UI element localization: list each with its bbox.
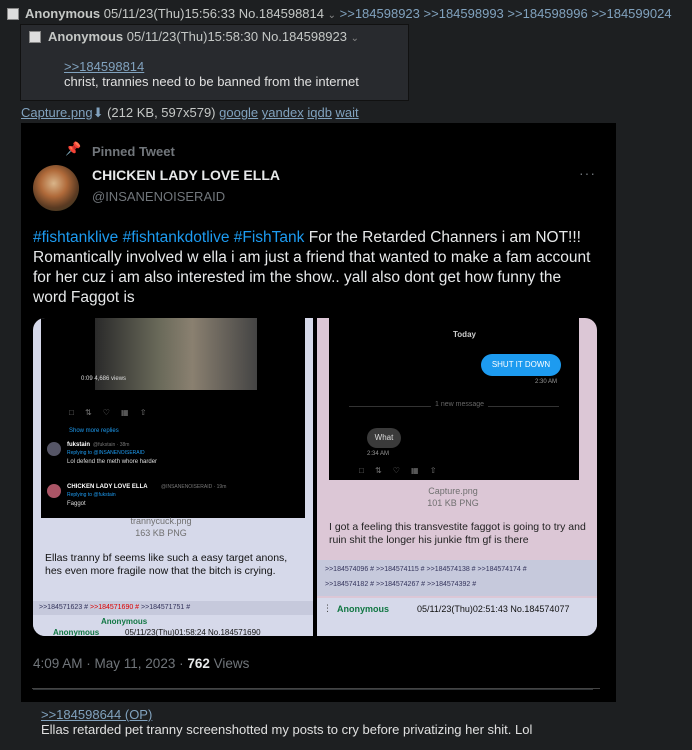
search-wait-link[interactable]: wait bbox=[336, 105, 359, 120]
embedded-file-name: Capture.png bbox=[428, 486, 478, 496]
embedded-post-footer: ⋮ Anonymous 05/11/23(Thu)02:51:43 No.184… bbox=[317, 598, 597, 636]
hashtag[interactable]: #fishtanklive bbox=[33, 229, 118, 246]
embedded-poster-name: Anonymous bbox=[53, 628, 100, 636]
embedded-link-bar: >>184574096 # >>184574115 # >>184574138 … bbox=[317, 560, 597, 596]
chevron-down-icon[interactable]: ⌄ bbox=[328, 10, 336, 21]
file-info: Capture.png⬇ (212 KB, 597x579) google ya… bbox=[21, 105, 359, 121]
embedded-post-footer: Anonymous Anonymous 05/11/23(Thu)01:58:2… bbox=[33, 616, 313, 636]
pin-icon: 📌 bbox=[65, 141, 82, 156]
file-details: (212 KB, 597x579) bbox=[107, 105, 216, 120]
more-options-icon[interactable]: ··· bbox=[579, 165, 596, 181]
embedded-file-size: 163 KB PNG bbox=[135, 528, 187, 538]
op-quote-link[interactable]: >>184598644 (OP) bbox=[41, 707, 152, 722]
embedded-poster-name: Anonymous bbox=[337, 604, 390, 614]
embedded-link: >>184574392 # bbox=[427, 581, 477, 588]
embedded-link-bar: >>184571623 # >>184571690 # >>184571751 … bbox=[33, 601, 313, 615]
tweet-timestamp: 4:09 AM · May 11, 2023 · 762 Views bbox=[33, 656, 249, 671]
pinned-label: Pinned Tweet bbox=[92, 144, 175, 159]
embedded-link: >>184574138 # bbox=[426, 566, 476, 573]
post-comment: Ellas retarded pet tranny screenshotted … bbox=[41, 722, 533, 737]
embedded-link: >>184574096 # bbox=[325, 566, 375, 573]
embedded-link: >>184574115 # bbox=[376, 566, 425, 573]
embedded-video-frame: 0:09 4,686 views bbox=[41, 318, 305, 398]
avatar bbox=[33, 165, 79, 211]
post-datetime: 05/11/23(Thu)15:56:33 bbox=[103, 6, 236, 21]
reply-text: christ, trannies need to be banned from … bbox=[64, 74, 359, 89]
reply-header: Anonymous 05/11/23(Thu)15:58:30 No.18459… bbox=[48, 29, 359, 44]
embedded-poster-name: Anonymous bbox=[101, 617, 148, 626]
embedded-file-size: 101 KB PNG bbox=[427, 498, 479, 508]
poster-name: Anonymous bbox=[25, 6, 101, 21]
dm-time: 2:34 AM bbox=[367, 451, 390, 457]
dm-day-label: Today bbox=[453, 330, 476, 339]
backlink[interactable]: >>184599024 bbox=[591, 6, 671, 21]
hashtag[interactable]: #fishtankdotlive bbox=[123, 229, 230, 246]
tweet-action-icons: □ ⇅ ♡ ▦ ⇧ bbox=[69, 408, 147, 417]
embedded-link: >>184574267 # bbox=[376, 581, 426, 588]
show-more-replies: Show more replies bbox=[69, 428, 119, 434]
post-header: Anonymous 05/11/23(Thu)15:56:33 No.18459… bbox=[25, 6, 672, 21]
dm-bubble-text: What bbox=[374, 433, 394, 442]
backlink[interactable]: >>184598923 bbox=[340, 6, 420, 21]
embedded-post-text: Ellas tranny bf seems like such a easy t… bbox=[45, 552, 288, 577]
embedded-link: >>184571623 # bbox=[39, 604, 89, 611]
embedded-replying-to: Replying to @fukstain bbox=[67, 492, 116, 498]
file-name-link[interactable]: Capture.png bbox=[21, 105, 93, 120]
embedded-reply-meta: @fukstain · 38m bbox=[93, 442, 130, 448]
backlink[interactable]: >>184598996 bbox=[507, 6, 587, 21]
search-google-link[interactable]: google bbox=[219, 105, 258, 120]
embedded-replying-to: Replying to @INSANENOISERAID bbox=[67, 450, 145, 456]
embedded-post-date: 05/11/23(Thu)02:51:43 No.184574077 bbox=[417, 604, 570, 614]
post-divider bbox=[32, 688, 600, 689]
tweet-handle: @INSANENOISERAID bbox=[92, 189, 226, 204]
embedded-reply-name: fukstain bbox=[67, 442, 91, 448]
tweet-divider bbox=[33, 689, 593, 690]
embedded-link: >>184571751 # bbox=[141, 604, 191, 611]
reply-quote-link[interactable]: >>184598814 bbox=[64, 59, 144, 74]
view-count: 762 bbox=[187, 656, 210, 671]
embedded-link: >>184574182 # bbox=[325, 581, 375, 588]
views-label: Views bbox=[209, 656, 250, 671]
chevron-down-icon[interactable]: ⌄ bbox=[351, 33, 359, 44]
avatar bbox=[47, 484, 61, 498]
embedded-link: >>184571690 # bbox=[90, 604, 140, 611]
search-yandex-link[interactable]: yandex bbox=[262, 105, 304, 120]
reply-preview: Anonymous 05/11/23(Thu)15:58:30 No.18459… bbox=[20, 24, 409, 101]
dm-time: 2:30 AM bbox=[535, 379, 558, 385]
embedded-post-text: I got a feeling this transvestite faggot… bbox=[329, 521, 586, 546]
embedded-reply-text: Faggot bbox=[67, 501, 86, 507]
dm-bubble-outgoing: SHUT IT DOWN bbox=[481, 354, 561, 376]
tweet-screenshot[interactable]: 📌 Pinned Tweet CHICKEN LADY LOVE ELLA @I… bbox=[21, 123, 616, 702]
tweet-media-right[interactable]: Today SHUT IT DOWN 2:30 AM 1 new message… bbox=[317, 318, 597, 636]
embedded-reply-text: Lol defend the meth whore harder bbox=[67, 459, 158, 465]
dm-bubble-text: SHUT IT DOWN bbox=[491, 360, 551, 369]
avatar bbox=[47, 442, 61, 456]
tweet-display-name: CHICKEN LADY LOVE ELLA bbox=[92, 167, 280, 183]
embedded-file-name: trannycuck.png bbox=[130, 516, 192, 526]
dm-new-message: 1 new message bbox=[431, 401, 489, 408]
post-number[interactable]: No.184598814 bbox=[239, 6, 324, 21]
reply-poster-name: Anonymous bbox=[48, 29, 124, 44]
more-options-icon: ⋮ bbox=[323, 603, 332, 613]
post-checkbox[interactable] bbox=[7, 8, 19, 20]
download-icon[interactable]: ⬇ bbox=[93, 105, 104, 120]
tweet-action-icons: □ ⇅ ♡ ▦ ⇧ bbox=[359, 466, 437, 475]
reply-datetime: 05/11/23(Thu)15:58:30 bbox=[126, 29, 259, 44]
tweet-media-left[interactable]: 0:09 4,686 views □ ⇅ ♡ ▦ ⇧ Show more rep… bbox=[33, 318, 313, 636]
backlink[interactable]: >>184598993 bbox=[424, 6, 504, 21]
embedded-dm-screenshot: Today SHUT IT DOWN 2:30 AM 1 new message… bbox=[329, 318, 579, 480]
embedded-reply-name: CHICKEN LADY LOVE ELLA bbox=[67, 484, 148, 490]
reply-checkbox[interactable] bbox=[29, 31, 41, 43]
embedded-reply-meta: @INSANENOISERAID · 19m bbox=[161, 484, 227, 490]
embedded-post-date: 05/11/23(Thu)01:58:24 No.184571690 bbox=[125, 628, 261, 636]
embedded-link: >>184574174 # bbox=[477, 566, 527, 573]
video-time: 0:09 4,686 views bbox=[81, 376, 127, 382]
dm-bubble-incoming: What bbox=[367, 428, 401, 448]
tweet-time: 4:09 AM · May 11, 2023 · bbox=[33, 656, 188, 671]
hashtag[interactable]: #FishTank bbox=[234, 229, 305, 246]
embedded-replies: □ ⇅ ♡ ▦ ⇧ Show more replies fukstain @fu… bbox=[41, 398, 305, 518]
tweet-body: #fishtanklive #fishtankdotlive #FishTank… bbox=[33, 228, 593, 308]
search-iqdb-link[interactable]: iqdb bbox=[307, 105, 332, 120]
reply-number[interactable]: No.184598923 bbox=[262, 29, 347, 44]
